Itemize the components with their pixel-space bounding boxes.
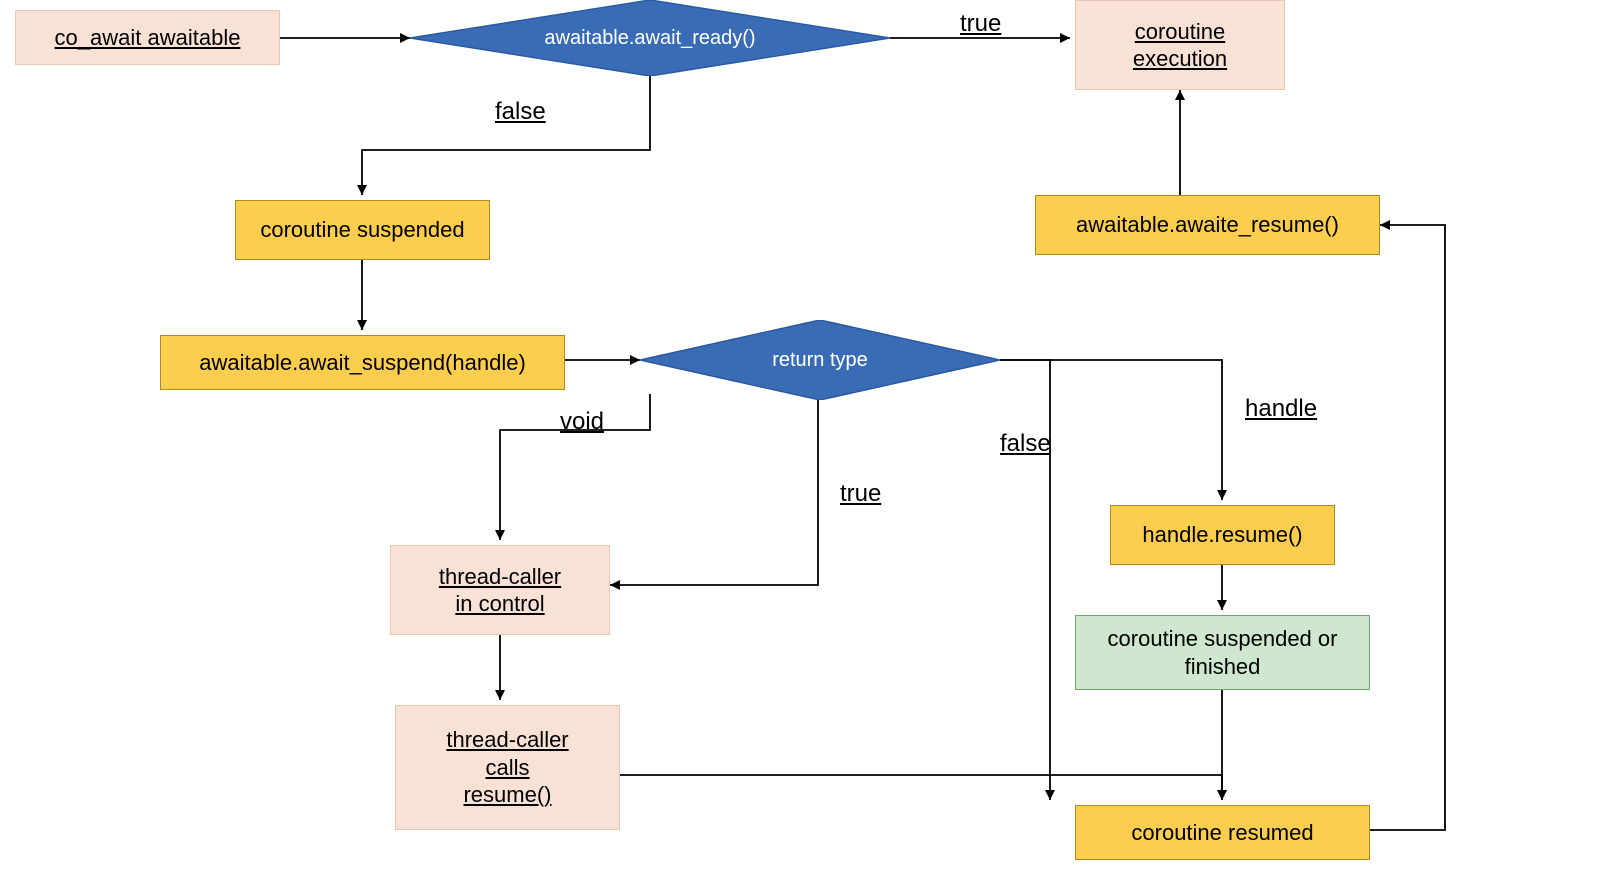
label: true — [840, 480, 881, 507]
edge-label-true-mid: true — [840, 480, 881, 508]
label: co_await awaitable — [55, 24, 241, 52]
edge-label-void: void — [560, 408, 604, 436]
node-coroutine-execution: coroutine execution — [1075, 0, 1285, 90]
label: handle — [1245, 395, 1317, 422]
node-handle-resume: handle.resume() — [1110, 505, 1335, 565]
label: false — [1000, 430, 1051, 457]
edge-label-false-top: false — [495, 98, 546, 126]
node-await-suspend: awaitable.await_suspend(handle) — [160, 335, 565, 390]
edge-label-true-top: true — [960, 10, 1001, 38]
node-coroutine-suspended: coroutine suspended — [235, 200, 490, 260]
label: awaitable.await_ready() — [410, 0, 890, 76]
label: handle.resume() — [1142, 521, 1302, 549]
flowchart-canvas: co_await awaitable awaitable.await_ready… — [0, 0, 1607, 894]
label: awaitable.await_suspend(handle) — [199, 349, 526, 377]
node-await-resume: awaitable.awaite_resume() — [1035, 195, 1380, 255]
node-thread-caller-in-control: thread-caller in control — [390, 545, 610, 635]
label: coroutine resumed — [1131, 819, 1313, 847]
label: coroutine suspended — [260, 216, 464, 244]
label: coroutine execution — [1133, 18, 1227, 73]
node-coroutine-resumed: coroutine resumed — [1075, 805, 1370, 860]
edge-label-false-mid: false — [1000, 430, 1051, 458]
label: return type — [640, 320, 1000, 400]
node-await-ready: awaitable.await_ready() — [410, 0, 890, 76]
node-start: co_await awaitable — [15, 10, 280, 65]
label: false — [495, 98, 546, 125]
label: thread-caller in control — [439, 563, 561, 618]
node-return-type: return type — [640, 320, 1000, 400]
label: void — [560, 408, 604, 435]
label: awaitable.awaite_resume() — [1076, 211, 1339, 239]
arrows-layer — [0, 0, 1607, 894]
node-suspended-or-finished: coroutine suspended or finished — [1075, 615, 1370, 690]
label: thread-caller calls resume() — [446, 726, 568, 809]
edge-label-handle: handle — [1245, 395, 1317, 423]
node-thread-caller-calls-resume: thread-caller calls resume() — [395, 705, 620, 830]
label: true — [960, 10, 1001, 37]
label: coroutine suspended or finished — [1108, 625, 1338, 680]
